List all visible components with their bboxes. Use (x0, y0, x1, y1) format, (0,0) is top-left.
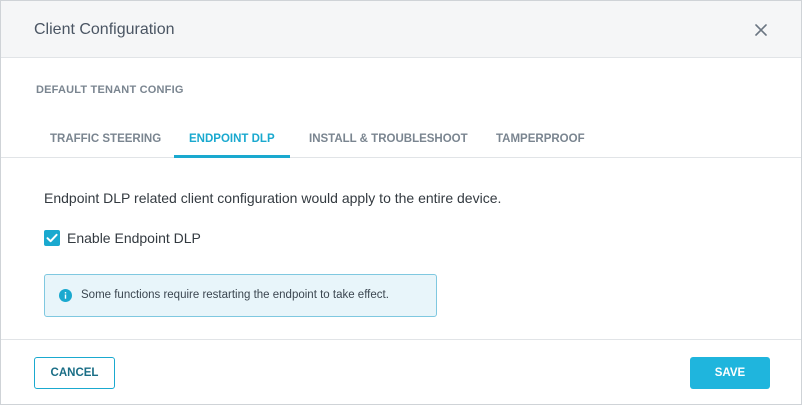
dialog-title: Client Configuration (34, 21, 175, 38)
client-configuration-dialog: Client Configuration DEFAULT TENANT CONF… (0, 0, 802, 405)
tab-endpoint-dlp[interactable]: ENDPOINT DLP (174, 133, 290, 158)
endpoint-dlp-description: Endpoint DLP related client configuratio… (44, 190, 502, 206)
tab-traffic-steering[interactable]: TRAFFIC STEERING (50, 133, 161, 157)
enable-endpoint-dlp-label[interactable]: Enable Endpoint DLP (67, 230, 201, 246)
info-icon (59, 289, 72, 302)
save-button[interactable]: SAVE (690, 357, 770, 389)
enable-endpoint-dlp-checkbox[interactable] (44, 230, 60, 246)
tab-bar: TRAFFIC STEERING ENDPOINT DLP INSTALL & … (1, 126, 801, 158)
info-banner-text: Some functions require restarting the en… (81, 289, 389, 301)
info-banner: Some functions require restarting the en… (44, 274, 437, 317)
tenant-config-label: DEFAULT TENANT CONFIG (36, 84, 184, 96)
dialog-header: Client Configuration (1, 1, 801, 58)
tab-install-troubleshoot[interactable]: INSTALL & TROUBLESHOOT (309, 133, 468, 157)
dialog-footer: CANCEL SAVE (1, 339, 801, 405)
tab-tamperproof[interactable]: TAMPERPROOF (496, 133, 585, 157)
cancel-button[interactable]: CANCEL (34, 357, 115, 389)
close-icon[interactable] (751, 20, 771, 40)
checkmark-icon (46, 233, 58, 243)
